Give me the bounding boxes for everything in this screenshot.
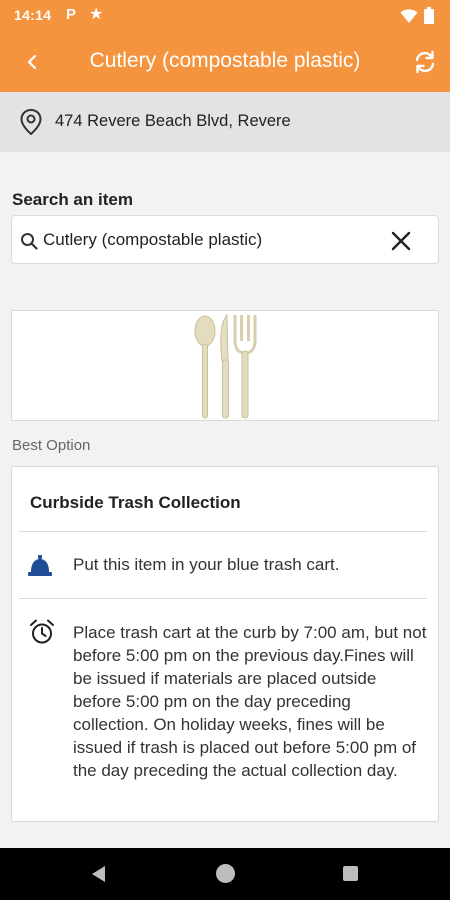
system-nav-bar xyxy=(0,848,450,900)
instruction-row: Put this item in your blue trash cart. xyxy=(12,533,438,597)
p-icon: P xyxy=(66,6,77,23)
refresh-icon[interactable] xyxy=(412,49,438,75)
location-address: 474 Revere Beach Blvd, Revere xyxy=(55,112,291,130)
instruction-text: Place trash cart at the curb by 7:00 am,… xyxy=(73,623,427,780)
location-pin-icon xyxy=(20,108,42,136)
nav-back-icon[interactable] xyxy=(90,865,108,883)
status-time: 14:14 xyxy=(14,7,52,23)
battery-icon xyxy=(424,7,434,24)
nav-recents-icon[interactable] xyxy=(343,866,358,881)
search-input[interactable]: Cutlery (compostable plastic) xyxy=(11,215,439,264)
app-bar: Cutlery (compostable plastic) xyxy=(0,32,450,92)
search-value[interactable]: Cutlery (compostable plastic) xyxy=(43,230,262,250)
star-icon: ★ xyxy=(89,6,104,23)
search-icon xyxy=(21,233,38,250)
main-content: Search an item Cutlery (compostable plas… xyxy=(0,152,450,848)
clear-icon[interactable] xyxy=(388,228,414,254)
divider xyxy=(19,531,427,532)
wifi-icon xyxy=(400,9,418,23)
nav-home-icon[interactable] xyxy=(216,864,235,883)
bell-icon xyxy=(28,555,52,576)
search-label: Search an item xyxy=(12,190,133,209)
card-title: Curbside Trash Collection xyxy=(30,493,241,512)
item-image xyxy=(11,310,439,421)
best-option-label: Best Option xyxy=(12,437,91,454)
alarm-clock-icon xyxy=(30,619,54,644)
page-title: Cutlery (compostable plastic) xyxy=(89,49,361,72)
disposal-option-card: Curbside Trash Collection Put this item … xyxy=(11,466,439,822)
back-arrow-icon[interactable] xyxy=(18,48,46,76)
cutlery-image xyxy=(194,313,257,419)
location-bar[interactable]: 474 Revere Beach Blvd, Revere xyxy=(0,92,450,152)
instruction-text: Put this item in your blue trash cart. xyxy=(73,555,340,574)
status-bar: 14:14 P ★ xyxy=(0,0,450,32)
divider xyxy=(19,598,427,599)
